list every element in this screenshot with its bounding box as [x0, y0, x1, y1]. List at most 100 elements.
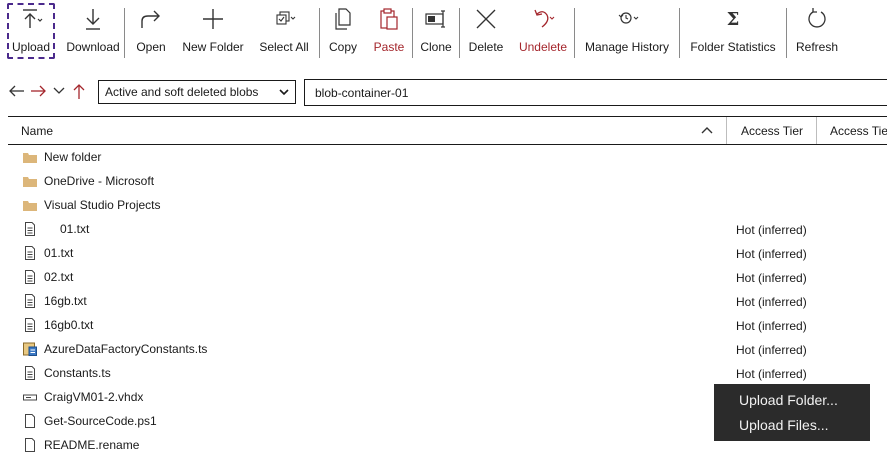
- delete-label: Delete: [468, 40, 504, 54]
- paste-label: Paste: [373, 40, 405, 54]
- row-name: Get-SourceCode.ps1: [44, 414, 157, 428]
- table-row[interactable]: 02.txt Hot (inferred): [0, 265, 887, 289]
- table-row[interactable]: 16gb.txt Hot (inferred): [0, 289, 887, 313]
- focus-outline: [7, 3, 55, 59]
- plus-icon: [203, 9, 223, 29]
- upload-context-menu: Upload Folder... Upload Files...: [714, 384, 870, 441]
- text-file-icon: [25, 222, 35, 236]
- clone-button[interactable]: Clone: [413, 0, 459, 62]
- clone-icon: [425, 10, 445, 28]
- table-row[interactable]: New folder: [0, 145, 887, 169]
- copy-label: Copy: [328, 40, 357, 54]
- new-folder-button[interactable]: New Folder: [177, 0, 249, 62]
- download-label: Download: [66, 40, 120, 54]
- paste-icon: [380, 8, 398, 30]
- row-access-tier: Hot (inferred): [736, 247, 807, 261]
- column-header-access-tier[interactable]: Access Tier: [741, 124, 803, 138]
- ts-file-icon: [23, 342, 37, 356]
- row-name: CraigVM01-2.vhdx: [44, 390, 144, 404]
- column-divider[interactable]: [816, 117, 817, 144]
- sigma-icon: Σ: [727, 9, 740, 30]
- table-row[interactable]: Constants.ts Hot (inferred): [0, 361, 887, 385]
- undelete-label: Undelete: [518, 40, 568, 54]
- table-row[interactable]: 01.txt Hot (inferred): [0, 217, 887, 241]
- undelete-button[interactable]: Undelete: [512, 0, 574, 62]
- manage-history-button[interactable]: Manage History: [575, 0, 679, 62]
- row-access-tier: Hot (inferred): [736, 223, 807, 237]
- menu-item-upload-files[interactable]: Upload Files...: [714, 416, 870, 441]
- row-name: Constants.ts: [44, 366, 111, 380]
- blank-file-icon: [25, 414, 35, 428]
- disk-file-icon: [23, 394, 37, 401]
- row-access-tier: Hot (inferred): [736, 343, 807, 357]
- delete-button[interactable]: Delete: [460, 0, 512, 62]
- menu-item-upload-folder[interactable]: Upload Folder...: [714, 391, 870, 416]
- path-input[interactable]: blob-container-01: [304, 79, 887, 106]
- refresh-icon: [808, 8, 826, 28]
- open-arrow-icon: [141, 10, 160, 28]
- select-all-button[interactable]: Select All: [249, 0, 319, 62]
- clone-label: Clone: [420, 40, 452, 54]
- grid-header: Name Access Tier Access Tie: [8, 116, 887, 145]
- folder-statistics-label: Folder Statistics: [690, 40, 776, 54]
- open-label: Open: [136, 40, 166, 54]
- recent-locations-chevron-icon[interactable]: [50, 82, 68, 100]
- select-all-icon: [276, 11, 296, 25]
- row-name: AzureDataFactoryConstants.ts: [44, 342, 208, 356]
- path-value: blob-container-01: [315, 86, 409, 100]
- blank-file-icon: [25, 438, 35, 452]
- table-row[interactable]: OneDrive - Microsoft: [0, 169, 887, 193]
- row-name: 16gb0.txt: [44, 318, 94, 332]
- row-access-tier: Hot (inferred): [736, 295, 807, 309]
- table-row[interactable]: Visual Studio Projects: [0, 193, 887, 217]
- copy-button[interactable]: Copy: [320, 0, 366, 62]
- text-file-icon: [25, 246, 35, 260]
- new-folder-label: New Folder: [182, 40, 244, 54]
- refresh-button[interactable]: Refresh: [787, 0, 847, 62]
- delete-x-icon: [476, 9, 496, 29]
- forward-arrow-icon[interactable]: [29, 82, 47, 100]
- copy-icon: [335, 8, 351, 30]
- back-arrow-icon[interactable]: [8, 82, 26, 100]
- row-name: 01.txt: [60, 222, 90, 236]
- text-file-icon: [25, 270, 35, 284]
- up-arrow-icon[interactable]: [70, 82, 88, 100]
- blob-filter-value: Active and soft deleted blobs: [105, 85, 259, 99]
- folder-icon: [23, 177, 37, 187]
- column-header-access-tier-2[interactable]: Access Tie: [830, 124, 887, 138]
- row-name: 02.txt: [44, 270, 74, 284]
- row-access-tier: Hot (inferred): [736, 319, 807, 333]
- row-access-tier: Hot (inferred): [736, 367, 807, 381]
- row-name: New folder: [44, 150, 102, 164]
- refresh-label: Refresh: [795, 40, 839, 54]
- svg-text:Σ: Σ: [727, 9, 740, 30]
- column-divider[interactable]: [726, 117, 727, 144]
- row-name: OneDrive - Microsoft: [44, 174, 155, 188]
- text-file-icon: [25, 366, 35, 380]
- open-button[interactable]: Open: [125, 0, 177, 62]
- navigation-bar: Active and soft deleted blobs blob-conta…: [0, 72, 887, 112]
- toolbar: Upload Download Open New Folder Select A…: [0, 0, 887, 62]
- row-access-tier: Hot (inferred): [736, 271, 807, 285]
- table-row[interactable]: 16gb0.txt Hot (inferred): [0, 313, 887, 337]
- text-file-icon: [25, 294, 35, 308]
- text-file-icon: [25, 318, 35, 332]
- folder-statistics-button[interactable]: Σ Folder Statistics: [680, 0, 786, 62]
- column-header-name[interactable]: Name: [21, 124, 53, 138]
- row-name: README.rename: [44, 438, 140, 452]
- table-row[interactable]: AzureDataFactoryConstants.ts Hot (inferr…: [0, 337, 887, 361]
- blob-filter-dropdown[interactable]: Active and soft deleted blobs: [98, 80, 296, 104]
- undo-icon: [534, 9, 555, 28]
- folder-icon: [23, 201, 37, 211]
- row-name: Visual Studio Projects: [44, 198, 161, 212]
- history-icon: [618, 12, 639, 24]
- chevron-up-icon[interactable]: [701, 126, 713, 134]
- paste-button[interactable]: Paste: [366, 0, 412, 62]
- folder-icon: [23, 153, 37, 163]
- chevron-down-icon: [279, 89, 289, 96]
- upload-button[interactable]: Upload: [0, 0, 62, 62]
- row-name: 01.txt: [44, 246, 74, 260]
- select-all-label: Select All: [259, 40, 309, 54]
- table-row[interactable]: 01.txt Hot (inferred): [0, 241, 887, 265]
- download-button[interactable]: Download: [62, 0, 124, 62]
